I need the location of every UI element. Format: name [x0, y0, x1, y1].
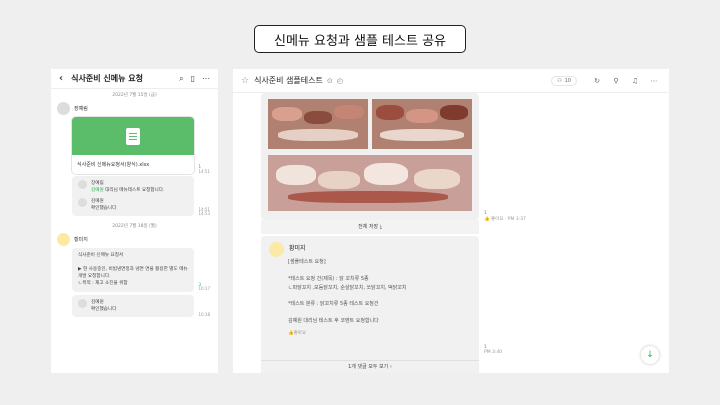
avatar[interactable] [269, 242, 284, 257]
download-icon: ⤓ [379, 224, 382, 230]
message-meta: 1 👍 좋아요 · PM 3:37 [484, 211, 526, 222]
document-icon[interactable]: ▯ [191, 74, 195, 83]
photo-thumbnail[interactable] [372, 99, 472, 149]
message-line: ㄴ목적 : 재고 소진을 위함 [78, 281, 128, 287]
text-message: 식사준비 신메뉴 요청서 ▶ 현 사용중인, 비빔냉면정과 냉면 면을 활용한 … [51, 248, 218, 292]
more-icon[interactable]: ⋯ [202, 74, 210, 83]
message-time: 14:51 14:53 [198, 206, 210, 216]
photo-thumbnail[interactable] [268, 99, 368, 149]
reply-box[interactable]: 장예림 김예원 대리님 메뉴테스트 요청합니다. 김예원 확인했습니다 [72, 176, 195, 217]
message-line [288, 267, 471, 275]
photo-thumbnail[interactable] [268, 155, 472, 211]
message-sender: 황미지 [51, 233, 218, 247]
message-time: PM 3:40 [484, 350, 503, 355]
like-label: 좋아요 [293, 330, 307, 336]
date-separator: 2022년 7월 15일 (금) [112, 93, 157, 98]
reply-text: 대리님 메뉴테스트 요청합니다. [103, 188, 165, 194]
avatar [78, 197, 87, 207]
members-button[interactable]: ⚇ 10 [551, 75, 577, 86]
right-chat-panel: ☆ 식사준비 샘플테스트 ⊙ ◴ ⚇ 10 ↻ ⚲ ♫ ⋯ 전체 저장 ⤓ 1 … [233, 69, 669, 373]
message-line: *테스트 분류 : 닭꼬치류 5종 테스트 요청건 [288, 301, 379, 308]
arrow-down-icon: ↓ [646, 350, 654, 360]
reply-item: 장예림 김예원 대리님 메뉴테스트 요청합니다. [78, 180, 188, 195]
reply-author: 김예원 [91, 198, 104, 204]
message-line: ㄴ파닭꼬치 ,모듬닭꼬치, 순살닭꼬치, 쏘닭꼬치, 떡닭꼬치 [288, 284, 407, 291]
file-name: 식사준비 신메뉴요청서(양식).xlsx [72, 155, 195, 174]
star-icon[interactable]: ☆ [241, 76, 249, 86]
scroll-down-button[interactable]: ↓ [641, 346, 659, 364]
spreadsheet-preview [72, 117, 195, 155]
right-chat-header: ☆ 식사준비 샘플테스트 ⊙ ◴ ⚇ 10 ↻ ⚲ ♫ ⋯ [233, 69, 669, 93]
message-line [288, 309, 471, 317]
member-count: 10 [564, 77, 571, 84]
reply-author: 장예림 [91, 181, 104, 186]
spreadsheet-icon [126, 127, 141, 145]
message-line: *테스트 요청 건(제목) : 닭 꼬치류 5종 [288, 275, 369, 282]
message-time: 3 10:17 [198, 281, 210, 292]
reply-text: 확인했습니다 [91, 206, 117, 212]
lock-icon: ⊙ [326, 76, 333, 85]
sender-name: 황미지 [289, 245, 306, 253]
more-icon[interactable]: ⋯ [647, 74, 661, 88]
file-attachment[interactable]: 식사준비 신메뉴요청서(양식).xlsx [72, 117, 195, 174]
like-and-time: 좋아요 · PM 3:37 [491, 217, 526, 222]
search-icon[interactable]: ⌕ [179, 74, 183, 84]
message-line [288, 292, 471, 300]
reply-author: 김예원 [91, 299, 104, 305]
users-icon: ⚇ [557, 77, 562, 84]
sync-icon[interactable]: ↻ [590, 74, 604, 88]
message-line: 김예원 대리님 테스트 후 코멘트 요청합니다 [288, 318, 379, 324]
comments-label: 1개 댓글 모두 보기 [348, 364, 389, 370]
add-user-icon[interactable]: ⚲ [609, 74, 623, 88]
date-separator: 2022년 7월 18일 (월) [112, 224, 157, 230]
message-body: [샘플테스트 요청] *테스트 요청 건(제목) : 닭 꼬치류 5종 ㄴ파닭꼬… [269, 258, 471, 326]
read-count: 1 [484, 211, 487, 216]
save-all-button[interactable]: 전체 저장 ⤓ [261, 220, 479, 234]
avatar [78, 180, 87, 189]
left-chat-header: ‹ 식사준비 신메뉴 요청 ⌕ ▯ ⋯ [51, 69, 218, 89]
reply-thread: 장예림 김예원 대리님 메뉴테스트 요청합니다. 김예원 확인했습니다 14:5… [51, 176, 218, 217]
like-icon[interactable]: 👍 [484, 217, 490, 222]
view-all-comments-button[interactable]: 1개 댓글 모두 보기 › [261, 360, 479, 373]
reply-item: 김예원 확인했습니다 [78, 298, 188, 314]
download-label: 전체 저장 [358, 224, 379, 230]
notification-icon[interactable]: ◴ [337, 77, 343, 85]
avatar [78, 298, 87, 308]
mention-tag[interactable]: 김예원 [91, 188, 104, 193]
message-line: 식사준비 신메뉴 요청서 [78, 253, 124, 259]
like-button[interactable]: 👍좋아요 [269, 330, 471, 338]
photo-gallery[interactable] [261, 93, 479, 220]
right-chat-title: 식사준비 샘플테스트 [254, 76, 323, 85]
chevron-right-icon: › [389, 364, 392, 370]
slide-title: 신메뉴 요청과 샘플 테스트 공유 [254, 25, 466, 53]
left-chat-title: 식사준비 신메뉴 요청 [71, 74, 143, 83]
left-chat-panel: ‹ 식사준비 신메뉴 요청 ⌕ ▯ ⋯ 2022년 7월 15일 (금) 장예림… [51, 69, 218, 373]
bell-icon[interactable]: ♫ [628, 74, 642, 88]
message-sender: 장예림 [51, 102, 218, 115]
message-time: 10:18 [198, 312, 210, 318]
reply-box[interactable]: 김예원 확인했습니다 [72, 294, 195, 318]
avatar[interactable] [57, 233, 70, 247]
reply-text: 확인했습니다 [91, 307, 117, 313]
file-message: 식사준비 신메뉴요청서(양식).xlsx 1 14:51 [51, 117, 218, 174]
message-line: ▶ 현 사용중인, 비빔냉면정과 냉면 면을 활용한 별도 메뉴 개발 요청합니… [78, 266, 188, 280]
message-meta: 1 PM 3:40 [484, 345, 502, 355]
reply-item: 김예원 확인했습니다 [78, 197, 188, 213]
message-time: 1 14:51 [198, 164, 210, 174]
message-card[interactable]: 황미지 [샘플테스트 요청] *테스트 요청 건(제목) : 닭 꼬치류 5종 … [261, 236, 479, 373]
message-bubble[interactable]: 식사준비 신메뉴 요청서 ▶ 현 사용중인, 비빔냉면정과 냉면 면을 활용한 … [72, 248, 195, 292]
message-sender: 황미지 [269, 242, 471, 257]
sender-name: 황미지 [74, 237, 88, 244]
back-arrow-icon[interactable]: ‹ [59, 73, 63, 84]
message-line: [샘플테스트 요청] [288, 259, 326, 265]
avatar[interactable] [57, 102, 70, 115]
reply-thread: 김예원 확인했습니다 10:18 [51, 294, 218, 318]
sender-name: 장예림 [74, 106, 88, 112]
